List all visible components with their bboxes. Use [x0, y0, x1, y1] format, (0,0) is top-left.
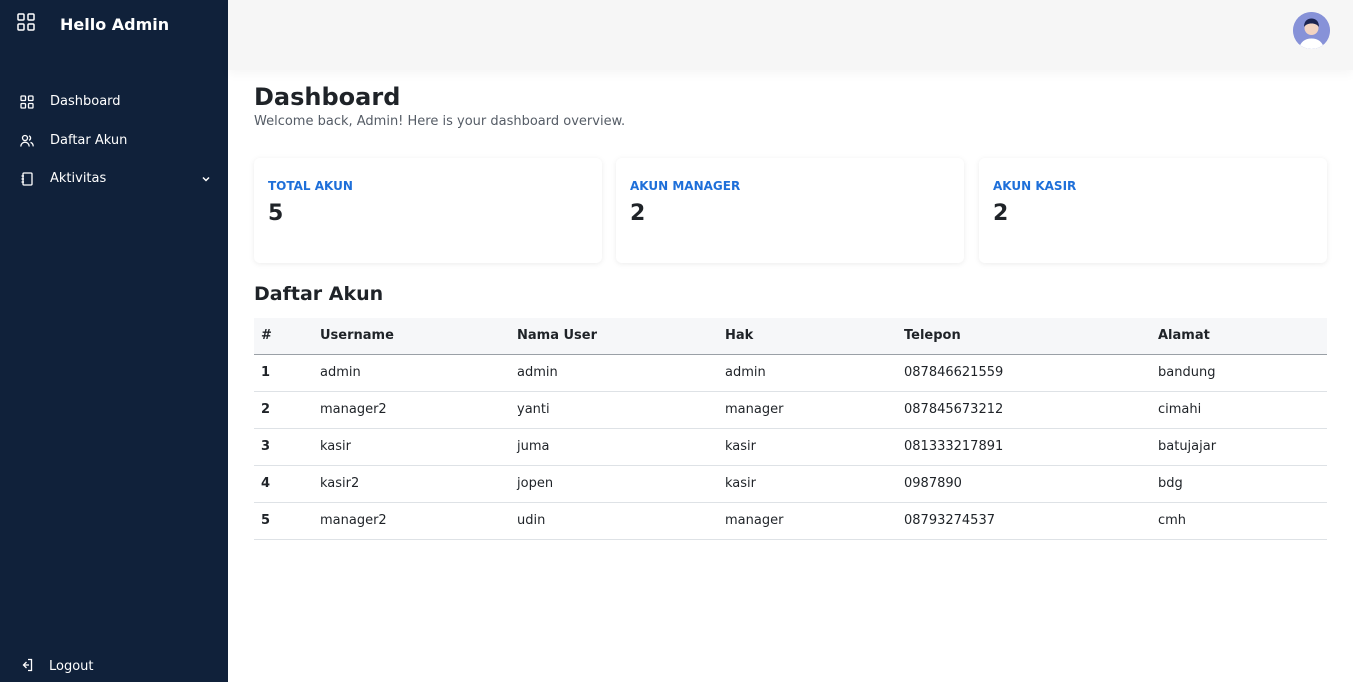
stat-value: 2: [993, 201, 1009, 226]
table-header-row: # Username Nama User Hak Telepon Alamat: [254, 318, 1327, 355]
stat-value: 2: [630, 201, 646, 226]
table-row: 5 manager2 udin manager 08793274537 cmh: [254, 502, 1327, 540]
column-header: #: [254, 318, 320, 355]
sidebar-item-dashboard[interactable]: Dashboard: [20, 90, 216, 114]
notebook-icon: [21, 172, 33, 186]
table-row: 3 kasir juma kasir 081333217891 batujaja…: [254, 428, 1327, 466]
table-cell: admin: [517, 354, 725, 392]
column-header: Alamat: [1158, 318, 1327, 355]
table-row: 1 admin admin admin 087846621559 bandung: [254, 354, 1327, 392]
table-cell: admin: [320, 354, 517, 392]
table-cell: kasir2: [320, 465, 517, 503]
sidebar-item-daftar-akun[interactable]: Daftar Akun: [20, 129, 216, 153]
table-cell: cimahi: [1158, 391, 1327, 429]
table-title: Daftar Akun: [254, 283, 384, 305]
sidebar-item-label: Dashboard: [50, 94, 121, 109]
stat-label: AKUN KASIR: [993, 179, 1077, 193]
column-header: Hak: [725, 318, 904, 355]
stat-card-akun-manager: AKUN MANAGER 2: [616, 158, 964, 263]
stat-card-akun-kasir: AKUN KASIR 2: [979, 158, 1327, 263]
stat-label: AKUN MANAGER: [630, 179, 741, 193]
table-cell: 087845673212: [904, 391, 1158, 429]
table-cell: 4: [254, 465, 320, 503]
stat-value: 5: [268, 201, 284, 226]
table-cell: kasir: [725, 428, 904, 466]
main-content: Dashboard Welcome back, Admin! Here is y…: [254, 80, 1327, 540]
table-cell: manager2: [320, 391, 517, 429]
table-cell: manager2: [320, 502, 517, 540]
table-cell: bdg: [1158, 465, 1327, 503]
grid-icon: [17, 13, 35, 31]
sidebar-item-aktivitas[interactable]: Aktivitas: [20, 167, 216, 191]
brand-title: Hello Admin: [60, 15, 170, 34]
table-cell: udin: [517, 502, 725, 540]
table-cell: cmh: [1158, 502, 1327, 540]
table-cell: jopen: [517, 465, 725, 503]
logout-icon: [22, 658, 33, 672]
logout-label: Logout: [49, 659, 94, 674]
column-header: Nama User: [517, 318, 725, 355]
table-cell: yanti: [517, 391, 725, 429]
brand: Hello Admin: [17, 13, 169, 34]
accounts-table: # Username Nama User Hak Telepon Alamat …: [254, 318, 1327, 540]
table-cell: juma: [517, 428, 725, 466]
page-subtitle: Welcome back, Admin! Here is your dashbo…: [254, 114, 626, 129]
table-cell: manager: [725, 391, 904, 429]
topbar: [228, 0, 1353, 70]
table-cell: 081333217891: [904, 428, 1158, 466]
stat-label: TOTAL AKUN: [268, 179, 353, 193]
table-cell: 3: [254, 428, 320, 466]
table-cell: batujajar: [1158, 428, 1327, 466]
grid-icon: [20, 95, 34, 109]
table-cell: kasir: [725, 465, 904, 503]
chevron-down-icon[interactable]: [200, 173, 212, 185]
user-avatar-icon: [1293, 12, 1330, 49]
table-cell: 1: [254, 354, 320, 392]
sidebar: Hello Admin Dashboard Daftar Akun Aktivi…: [0, 0, 228, 682]
sidebar-item-label: Daftar Akun: [50, 133, 128, 148]
table-row: 4 kasir2 jopen kasir 0987890 bdg: [254, 465, 1327, 503]
avatar[interactable]: [1293, 12, 1330, 49]
logout-button[interactable]: Logout: [20, 655, 170, 677]
table-cell: manager: [725, 502, 904, 540]
table-cell: 0987890: [904, 465, 1158, 503]
users-icon: [20, 134, 34, 147]
stat-card-total-akun: TOTAL AKUN 5: [254, 158, 602, 263]
table-cell: 08793274537: [904, 502, 1158, 540]
column-header: Username: [320, 318, 517, 355]
table-cell: kasir: [320, 428, 517, 466]
stats-cards: TOTAL AKUN 5 AKUN MANAGER 2 AKUN KASIR 2: [254, 158, 1327, 263]
table-cell: 5: [254, 502, 320, 540]
table-cell: admin: [725, 354, 904, 392]
table-cell: bandung: [1158, 354, 1327, 392]
table-cell: 087846621559: [904, 354, 1158, 392]
table-cell: 2: [254, 391, 320, 429]
table-row: 2 manager2 yanti manager 087845673212 ci…: [254, 391, 1327, 429]
column-header: Telepon: [904, 318, 1158, 355]
sidebar-item-label: Aktivitas: [50, 171, 107, 186]
page-title: Dashboard: [254, 83, 401, 111]
